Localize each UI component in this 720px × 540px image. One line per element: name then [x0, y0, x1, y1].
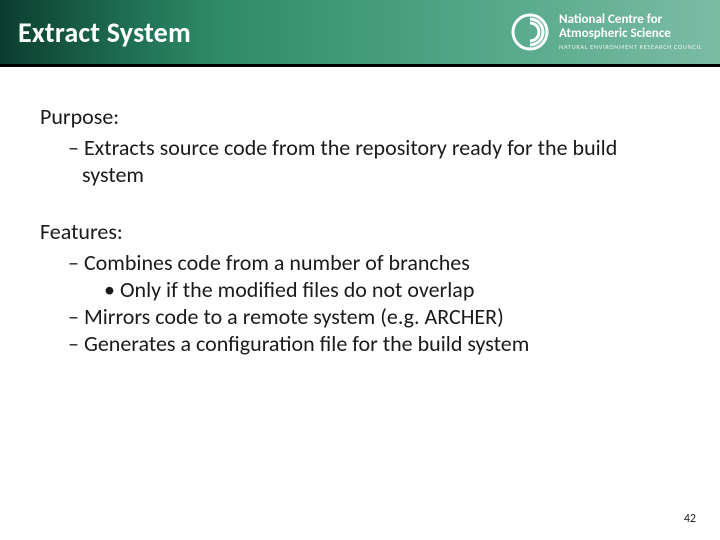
purpose-label: Purpose:	[40, 103, 680, 130]
slide-title: Extract System	[18, 15, 191, 50]
feature-item: Generates a configuration file for the b…	[68, 330, 680, 357]
features-label: Features:	[40, 218, 680, 245]
feature-subitem: Only if the modified files do not overla…	[104, 276, 680, 303]
brand-line2: Atmospheric Science	[559, 27, 702, 41]
slide: Extract System National Centre for Atmos…	[0, 0, 720, 540]
feature-item-text: Combines code from a number of branches	[84, 249, 470, 276]
feature-subitem-text: Only if the modified files do not overla…	[120, 276, 474, 303]
slide-header: Extract System National Centre for Atmos…	[0, 0, 720, 64]
feature-item-text: Mirrors code to a remote system (e.g. AR…	[84, 303, 504, 330]
brand-subline: NATURAL ENVIRONMENT RESEARCH COUNCIL	[559, 44, 702, 51]
feature-item: Combines code from a number of branches	[68, 249, 680, 276]
brand-text: National Centre for Atmospheric Science …	[559, 13, 702, 50]
slide-body: Purpose: Extracts source code from the r…	[0, 67, 720, 357]
brand-logo-icon	[511, 13, 549, 51]
page-number: 42	[684, 512, 696, 526]
brand-block: National Centre for Atmospheric Science …	[511, 13, 702, 51]
feature-item-text: Generates a configuration file for the b…	[84, 330, 529, 357]
feature-item: Mirrors code to a remote system (e.g. AR…	[68, 303, 680, 330]
purpose-item-text: Extracts source code from the repository…	[82, 134, 617, 188]
brand-line1: National Centre for	[559, 13, 702, 27]
purpose-item: Extracts source code from the repository…	[68, 134, 680, 188]
